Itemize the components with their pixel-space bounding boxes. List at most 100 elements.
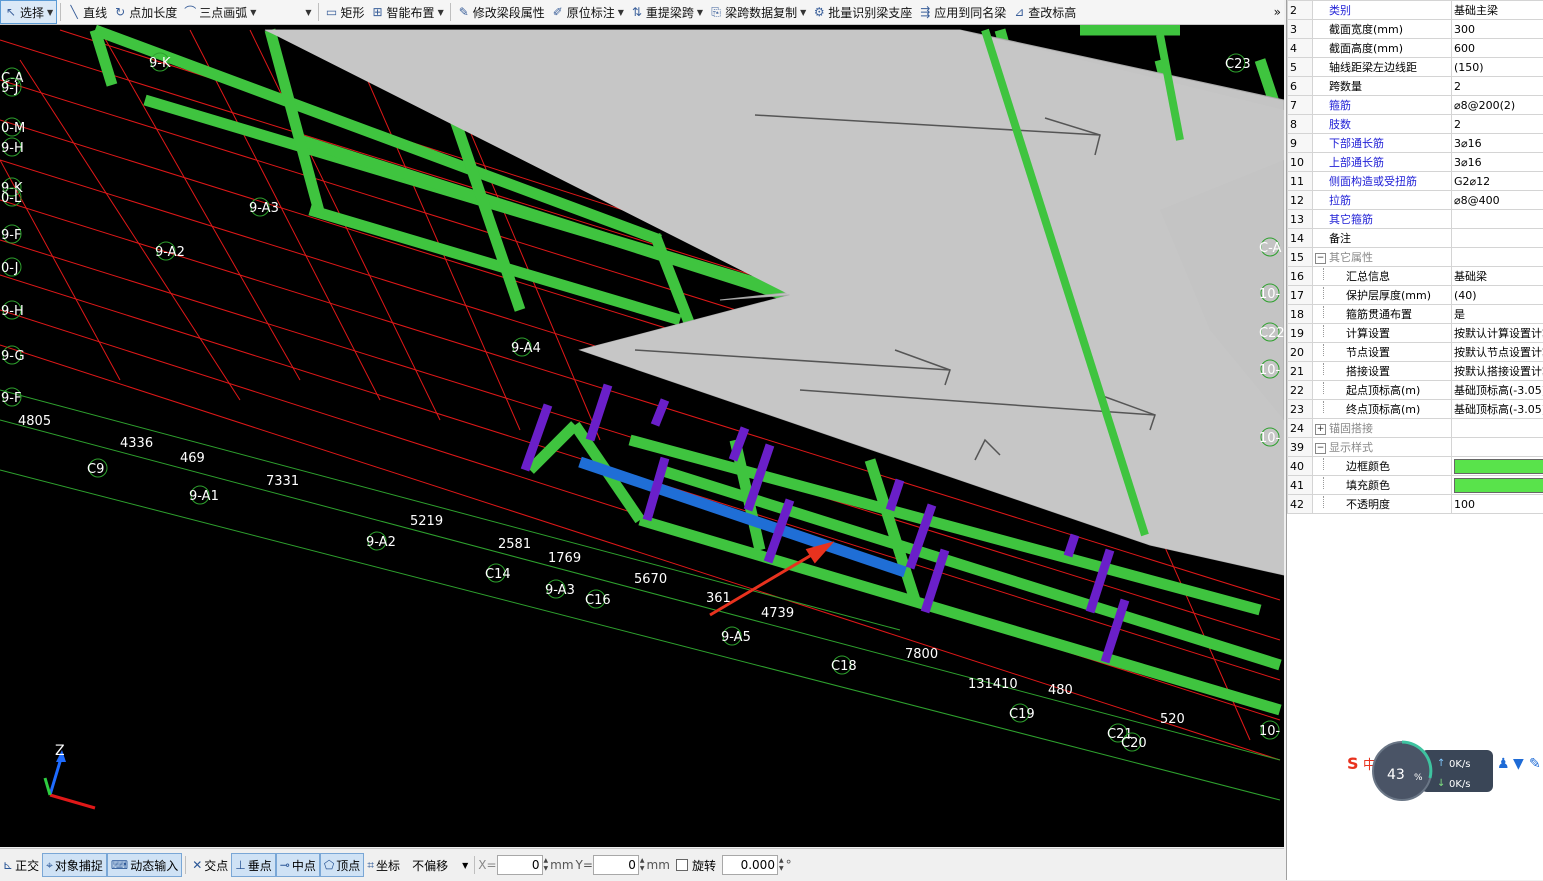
collapse-icon[interactable]: − bbox=[1315, 253, 1326, 264]
property-row[interactable]: 17保护层厚度(mm)(40) bbox=[1288, 286, 1543, 305]
property-row[interactable]: 20节点设置按默认节点设置计算 bbox=[1288, 343, 1543, 362]
property-value-cell[interactable]: 600 bbox=[1452, 39, 1543, 58]
snap-toggle-4[interactable]: ⊥垂点 bbox=[231, 853, 275, 877]
property-value-cell[interactable] bbox=[1452, 476, 1543, 495]
network-speed-widget[interactable]: S 中 43 % ↑ 0K/s ↓ 0K/s ♟ ▼ ✎ bbox=[1341, 740, 1541, 802]
toolbar-button-12[interactable]: ⇶应用到同名梁 bbox=[915, 1, 1009, 23]
toolbar-button-3[interactable]: ⌒三点画弧▼ bbox=[180, 1, 259, 23]
color-swatch[interactable] bbox=[1454, 478, 1543, 493]
property-row[interactable]: 3截面宽度(mm)300 bbox=[1288, 20, 1543, 39]
property-value-cell[interactable]: ⌀8@400 bbox=[1452, 191, 1543, 210]
property-row[interactable]: 39−显示样式 bbox=[1288, 438, 1543, 457]
x-input[interactable]: 0 bbox=[497, 855, 543, 875]
property-value-cell[interactable]: 按默认节点设置计算 bbox=[1452, 343, 1543, 362]
dropdown-arrow-icon[interactable]: ▼ bbox=[47, 8, 53, 17]
toolbar-button-0[interactable]: ↖选择▼ bbox=[0, 0, 57, 24]
property-row[interactable]: 7箍筋⌀8@200(2) bbox=[1288, 96, 1543, 115]
property-value-cell[interactable]: 3⌀16 bbox=[1452, 134, 1543, 153]
property-value-cell[interactable]: (40) bbox=[1452, 286, 1543, 305]
snap-toggle-5[interactable]: ⊸中点 bbox=[276, 853, 320, 877]
property-row[interactable]: 4截面高度(mm)600 bbox=[1288, 39, 1543, 58]
dropdown-arrow-icon[interactable]: ▼ bbox=[697, 8, 703, 17]
color-swatch[interactable] bbox=[1454, 459, 1543, 474]
dropdown-arrow-icon[interactable]: ▼ bbox=[305, 8, 311, 17]
snap-toggle-6[interactable]: ⬠顶点 bbox=[320, 853, 364, 877]
property-row[interactable]: 11侧面构造或受扭筋G2⌀12 bbox=[1288, 172, 1543, 191]
property-value-cell[interactable] bbox=[1452, 210, 1543, 229]
y-spinner[interactable]: ▲▼ bbox=[640, 857, 645, 873]
snap-toggle-2[interactable]: ⌨动态输入 bbox=[107, 853, 182, 877]
toolbar-button-13[interactable]: ⊿查改标高 bbox=[1009, 1, 1079, 23]
property-value-cell[interactable]: 基础主梁 bbox=[1452, 1, 1543, 20]
property-row[interactable]: 18箍筋贯通布置是 bbox=[1288, 305, 1543, 324]
property-value-cell[interactable] bbox=[1452, 457, 1543, 476]
property-value-cell[interactable]: 基础顶标高(-3.05) bbox=[1452, 381, 1543, 400]
snap-toggle-7[interactable]: ⌗坐标 bbox=[364, 854, 403, 876]
property-value-cell[interactable]: G2⌀12 bbox=[1452, 172, 1543, 191]
property-row[interactable]: 16汇总信息基础梁 bbox=[1288, 267, 1543, 286]
property-row[interactable]: 10上部通长筋3⌀16 bbox=[1288, 153, 1543, 172]
snap-toggle-0[interactable]: ⊾正交 bbox=[0, 854, 42, 876]
property-value-cell[interactable]: 按默认搭接设置计算 bbox=[1452, 362, 1543, 381]
property-value-cell[interactable]: 按默认计算设置计算 bbox=[1452, 324, 1543, 343]
property-value-cell[interactable] bbox=[1452, 229, 1543, 248]
toolbar-button-9[interactable]: ⇅重提梁跨▼ bbox=[627, 1, 706, 23]
dropdown-arrow-icon[interactable]: ▼ bbox=[618, 8, 624, 17]
property-value-cell[interactable]: 基础梁 bbox=[1452, 267, 1543, 286]
property-row[interactable]: 22起点顶标高(m)基础顶标高(-3.05) bbox=[1288, 381, 1543, 400]
rotate-spinner[interactable]: ▲▼ bbox=[779, 857, 784, 873]
property-row[interactable]: 41填充颜色 bbox=[1288, 476, 1543, 495]
property-row[interactable]: 40边框颜色 bbox=[1288, 457, 1543, 476]
property-row[interactable]: 42不透明度100 bbox=[1288, 495, 1543, 514]
toolbar-button-2[interactable]: ↻点加长度 bbox=[110, 1, 180, 23]
dropdown-arrow-icon[interactable]: ▼ bbox=[438, 8, 444, 17]
dropdown-arrow-icon[interactable]: ▼ bbox=[800, 8, 806, 17]
property-value-cell[interactable]: 2 bbox=[1452, 77, 1543, 96]
property-value-cell[interactable] bbox=[1452, 248, 1543, 267]
expand-icon[interactable]: + bbox=[1315, 424, 1326, 435]
toolbar-button-6[interactable]: ⊞智能布置▼ bbox=[368, 1, 447, 23]
property-row[interactable]: 9下部通长筋3⌀16 bbox=[1288, 134, 1543, 153]
property-row[interactable]: 21搭接设置按默认搭接设置计算 bbox=[1288, 362, 1543, 381]
model-view[interactable]: C-A9-J0-M9-H9-K0-L9-F0-J9-H9-G9-F9-A39-A… bbox=[0, 25, 1284, 847]
toolbar-overflow-button[interactable]: » bbox=[1271, 1, 1284, 23]
property-row[interactable]: 23终点顶标高(m)基础顶标高(-3.05) bbox=[1288, 400, 1543, 419]
toolbar-button-10[interactable]: ⎘梁跨数据复制▼ bbox=[706, 1, 809, 23]
property-row[interactable]: 8肢数2 bbox=[1288, 115, 1543, 134]
property-row[interactable]: 12拉筋⌀8@400 bbox=[1288, 191, 1543, 210]
property-value-cell[interactable]: 基础顶标高(-3.05) bbox=[1452, 400, 1543, 419]
property-value-cell[interactable]: 300 bbox=[1452, 20, 1543, 39]
property-row[interactable]: 24+锚固搭接 bbox=[1288, 419, 1543, 438]
snap-toggle-1[interactable]: ⌖对象捕捉 bbox=[42, 853, 107, 877]
offset-mode-select[interactable]: 不偏移 ▼ bbox=[409, 854, 471, 876]
toolbar-button-1[interactable]: ╲直线 bbox=[64, 1, 110, 23]
x-spinner[interactable]: ▲▼ bbox=[544, 857, 549, 873]
snap-toggle-3[interactable]: ✕交点 bbox=[189, 854, 231, 876]
property-row[interactable]: 15−其它属性 bbox=[1288, 248, 1543, 267]
property-row[interactable]: 5轴线距梁左边线距(150) bbox=[1288, 58, 1543, 77]
property-value-cell[interactable] bbox=[1452, 419, 1543, 438]
toolbar-button-11[interactable]: ⚙批量识别梁支座 bbox=[809, 1, 915, 23]
rotate-checkbox[interactable] bbox=[676, 859, 688, 871]
property-row[interactable]: 6跨数量2 bbox=[1288, 77, 1543, 96]
property-value-cell[interactable]: ⌀8@200(2) bbox=[1452, 96, 1543, 115]
property-value-cell[interactable]: 2 bbox=[1452, 115, 1543, 134]
property-row[interactable]: 13其它箍筋 bbox=[1288, 210, 1543, 229]
property-row[interactable]: 19计算设置按默认计算设置计算 bbox=[1288, 324, 1543, 343]
y-input[interactable]: 0 bbox=[593, 855, 639, 875]
toolbar-button-7[interactable]: ✎修改梁段属性 bbox=[454, 1, 548, 23]
collapse-icon[interactable]: − bbox=[1315, 443, 1326, 454]
toolbar-button-5[interactable]: ▭矩形 bbox=[322, 1, 368, 23]
property-value-cell[interactable] bbox=[1452, 438, 1543, 457]
toolbar-button-4[interactable]: ▼ bbox=[299, 1, 314, 23]
property-value-cell[interactable]: 100 bbox=[1452, 495, 1543, 514]
3d-viewport[interactable]: C-A9-J0-M9-H9-K0-L9-F0-J9-H9-G9-F9-A39-A… bbox=[0, 25, 1284, 847]
property-value-cell[interactable]: 3⌀16 bbox=[1452, 153, 1543, 172]
property-value-cell[interactable]: 是 bbox=[1452, 305, 1543, 324]
property-row[interactable]: 2类别基础主梁 bbox=[1288, 1, 1543, 20]
dropdown-arrow-icon[interactable]: ▼ bbox=[250, 8, 256, 17]
rotate-input[interactable]: 0.000 bbox=[722, 855, 778, 875]
property-row[interactable]: 14备注 bbox=[1288, 229, 1543, 248]
toolbar-button-8[interactable]: ✐原位标注▼ bbox=[548, 1, 627, 23]
property-value-cell[interactable]: (150) bbox=[1452, 58, 1543, 77]
